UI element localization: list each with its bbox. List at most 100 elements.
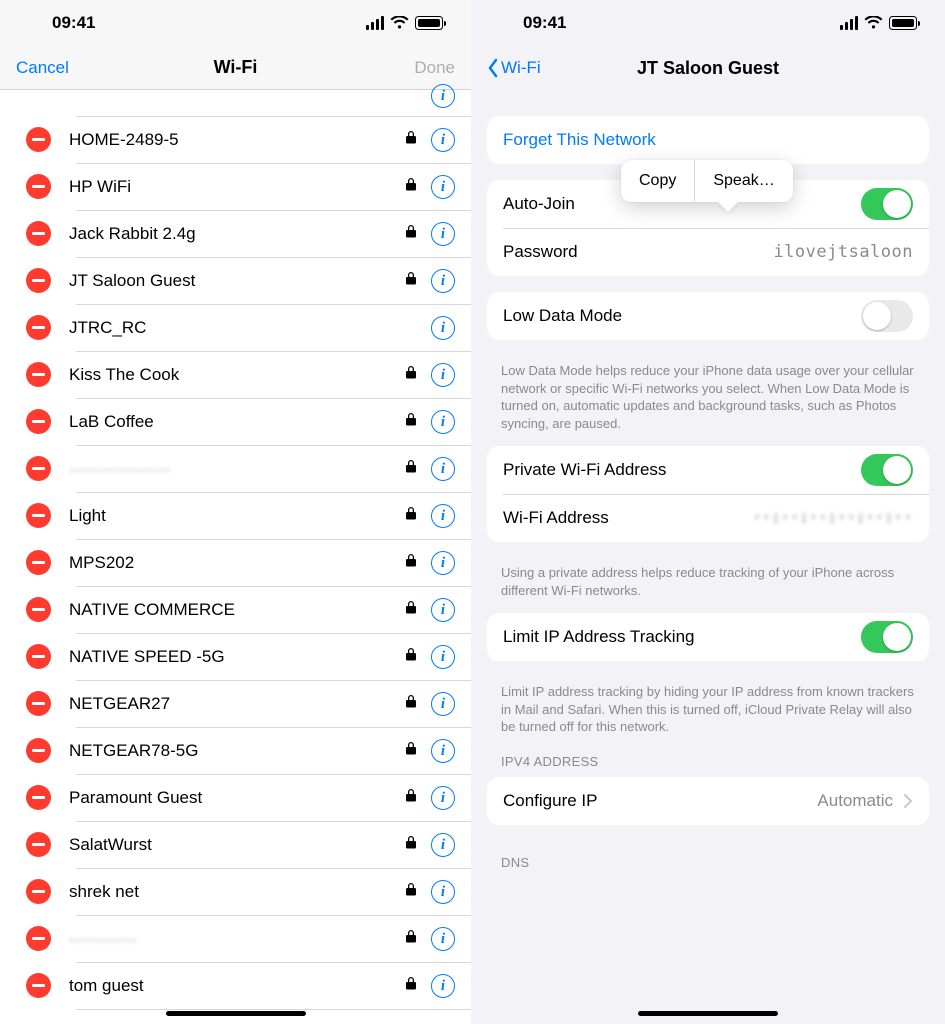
network-row[interactable]: SalatWursti <box>0 821 471 868</box>
network-row[interactable]: tom guest i <box>0 962 471 1009</box>
network-row[interactable]: Paramount Guesti <box>0 774 471 821</box>
speak-menu-item[interactable]: Speak… <box>694 160 792 202</box>
status-bar: 09:41 <box>0 0 471 46</box>
network-row[interactable]: JTRC_RCi <box>0 304 471 351</box>
network-name: Light <box>69 506 405 526</box>
delete-icon[interactable] <box>26 221 51 246</box>
network-row[interactable]: NETGEAR27i <box>0 680 471 727</box>
delete-icon[interactable] <box>26 550 51 575</box>
status-time: 09:41 <box>52 13 95 33</box>
network-row[interactable]: LaB Coffeei <box>0 398 471 445</box>
delete-icon[interactable] <box>26 832 51 857</box>
delete-icon[interactable] <box>26 362 51 387</box>
network-name: Jack Rabbit 2.4g <box>69 224 405 244</box>
delete-icon[interactable] <box>26 127 51 152</box>
network-row[interactable]: MPS202 i <box>0 539 471 586</box>
forget-label: Forget This Network <box>503 130 656 150</box>
info-icon[interactable]: i <box>431 833 455 857</box>
info-icon[interactable]: i <box>431 84 455 108</box>
delete-icon[interactable] <box>26 268 51 293</box>
info-icon[interactable]: i <box>431 739 455 763</box>
cellular-icon <box>366 16 384 30</box>
wifi-address-row: Wi-Fi Address ··:··:··:··:··:·· <box>487 494 929 542</box>
delete-icon[interactable] <box>26 973 51 998</box>
delete-icon[interactable] <box>26 597 51 622</box>
password-value: ilovejtsaloon <box>773 242 913 262</box>
network-row[interactable]: ············ i <box>0 915 471 962</box>
delete-icon[interactable] <box>26 503 51 528</box>
private-toggle[interactable] <box>861 454 913 486</box>
delete-icon[interactable] <box>26 926 51 951</box>
network-row[interactable]: i <box>0 90 471 116</box>
lock-icon <box>405 271 419 290</box>
delete-icon[interactable] <box>26 879 51 904</box>
cancel-button[interactable]: Cancel <box>16 58 96 78</box>
network-name: ············ <box>69 931 405 947</box>
info-icon[interactable]: i <box>431 927 455 951</box>
back-button[interactable]: Wi-Fi <box>487 58 567 78</box>
info-icon[interactable]: i <box>431 598 455 622</box>
info-icon[interactable]: i <box>431 175 455 199</box>
info-icon[interactable]: i <box>431 128 455 152</box>
network-row[interactable]: HP WiFii <box>0 163 471 210</box>
info-icon[interactable]: i <box>431 363 455 387</box>
network-name: JT Saloon Guest <box>69 271 405 291</box>
delete-icon[interactable] <box>26 174 51 199</box>
network-name: HOME-2489-5 <box>69 130 405 150</box>
info-icon[interactable]: i <box>431 504 455 528</box>
delete-icon[interactable] <box>26 456 51 481</box>
network-row[interactable]: Jack Rabbit 2.4g i <box>0 210 471 257</box>
lock-icon <box>405 130 419 149</box>
network-row[interactable]: NATIVE COMMERCEi <box>0 586 471 633</box>
configure-ip-row[interactable]: Configure IP Automatic <box>487 777 929 825</box>
network-row[interactable]: HOME-2489-5 i <box>0 116 471 163</box>
info-icon[interactable]: i <box>431 222 455 246</box>
lock-icon <box>405 882 419 901</box>
delete-icon[interactable] <box>26 644 51 669</box>
delete-icon[interactable] <box>26 785 51 810</box>
low-data-toggle[interactable] <box>861 300 913 332</box>
info-icon[interactable]: i <box>431 457 455 481</box>
dns-header: DNS <box>471 841 945 874</box>
configure-ip-value: Automatic <box>817 791 893 811</box>
delete-icon[interactable] <box>26 691 51 716</box>
network-list: i HOME-2489-5iHP WiFiiJack Rabbit 2.4giJ… <box>0 90 471 1009</box>
network-row[interactable]: NETGEAR78-5Gi <box>0 727 471 774</box>
info-icon[interactable]: i <box>431 316 455 340</box>
info-icon[interactable]: i <box>431 880 455 904</box>
info-icon[interactable]: i <box>431 692 455 716</box>
lock-icon <box>405 788 419 807</box>
info-icon[interactable]: i <box>431 974 455 998</box>
delete-icon[interactable] <box>26 409 51 434</box>
done-button[interactable]: Done <box>375 58 455 78</box>
section-lowdata: Low Data Mode <box>487 292 929 340</box>
info-icon[interactable]: i <box>431 551 455 575</box>
forget-network-button[interactable]: Forget This Network <box>487 116 929 164</box>
lock-icon <box>405 647 419 666</box>
network-name: MPS202 <box>69 553 405 573</box>
copy-menu-item[interactable]: Copy <box>621 160 694 202</box>
chevron-right-icon <box>903 793 913 809</box>
delete-icon[interactable] <box>26 738 51 763</box>
battery-icon <box>415 16 443 30</box>
network-row[interactable]: Kiss The Cooki <box>0 351 471 398</box>
lock-icon <box>405 694 419 713</box>
network-row[interactable]: NATIVE SPEED -5Gi <box>0 633 471 680</box>
network-row[interactable]: shrek neti <box>0 868 471 915</box>
network-name: tom guest <box>69 976 405 996</box>
wifi-icon <box>864 16 883 30</box>
delete-icon[interactable] <box>26 315 51 340</box>
lock-icon <box>405 835 419 854</box>
auto-join-toggle[interactable] <box>861 188 913 220</box>
info-icon[interactable]: i <box>431 645 455 669</box>
limit-toggle[interactable] <box>861 621 913 653</box>
network-row[interactable]: JT Saloon Guest i <box>0 257 471 304</box>
ipv4-header: IPV4 ADDRESS <box>471 740 945 773</box>
info-icon[interactable]: i <box>431 269 455 293</box>
network-row[interactable]: Light i <box>0 492 471 539</box>
network-row[interactable]: ··················i <box>0 445 471 492</box>
info-icon[interactable]: i <box>431 410 455 434</box>
info-icon[interactable]: i <box>431 786 455 810</box>
password-row[interactable]: Password ilovejtsaloon <box>487 228 929 276</box>
lock-icon <box>405 929 419 948</box>
